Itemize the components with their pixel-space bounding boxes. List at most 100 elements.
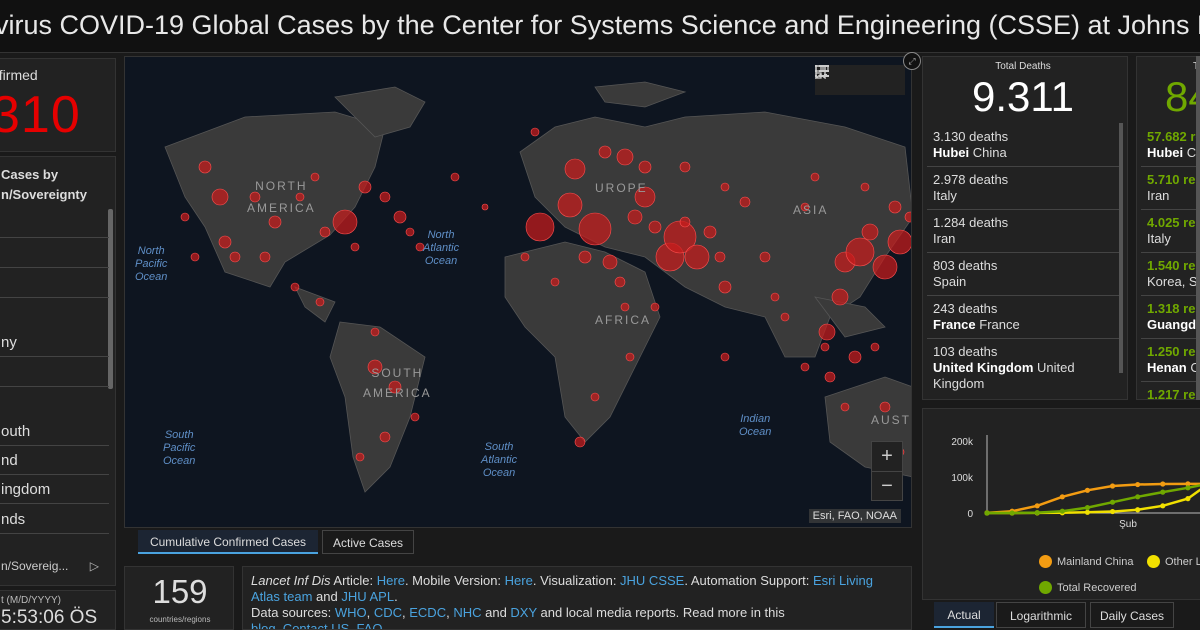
info-journal: Lancet Inf Dis — [251, 573, 331, 588]
article-link[interactable]: Here — [377, 573, 405, 588]
case-bubble — [679, 216, 691, 228]
total-recovered-value: 84 — [1165, 73, 1200, 120]
blog-link[interactable]: blog. Contact US. FAQ. — [251, 621, 386, 629]
region-name: Henan — [1147, 360, 1187, 375]
country-list-tab[interactable]: n/Sovereig... ▷ — [0, 552, 109, 580]
list-item[interactable] — [0, 239, 109, 268]
series-line — [986, 488, 1200, 515]
total-confirmed-panel: nfirmed 310 — [0, 58, 116, 152]
list-item[interactable]: 1.540 re Korea, S — [1141, 252, 1200, 296]
tab-cumulative-confirmed[interactable]: Cumulative Confirmed Cases — [138, 530, 318, 554]
case-bubble — [684, 244, 710, 270]
list-item[interactable] — [0, 358, 109, 387]
zoom-out-button[interactable]: − — [872, 472, 902, 501]
case-bubble — [840, 402, 850, 412]
ecdc-link[interactable]: ECDC — [409, 605, 446, 620]
case-bubble — [780, 312, 790, 322]
list-item[interactable]: 1.284 deaths Iran — [927, 209, 1119, 253]
total-deaths-label: Total Deaths — [995, 61, 1051, 72]
country-name: Korea, S — [1147, 274, 1198, 289]
cdc-link[interactable]: CDC — [374, 605, 402, 620]
country-name: France — [975, 317, 1020, 332]
case-bubble — [218, 235, 232, 249]
tab-actual[interactable]: Actual — [934, 602, 994, 628]
case-bubble — [450, 172, 460, 182]
info-text-segment: . Automation Support: — [684, 573, 813, 588]
list-item[interactable]: 1.250 re Henan C — [1141, 338, 1200, 382]
region-name: France — [933, 317, 976, 332]
ocean-label-south-pacific: South Pacific Ocean — [163, 429, 196, 467]
case-bubble — [574, 436, 586, 448]
list-item[interactable]: ny — [0, 328, 109, 357]
case-bubble — [820, 342, 830, 352]
case-bubble — [703, 225, 717, 239]
list-item[interactable]: 1.217 re — [1141, 381, 1200, 399]
data-point — [1059, 508, 1065, 514]
ocean-label-north-pacific: North Pacific Ocean — [135, 245, 168, 283]
world-map[interactable]: NORTH AMERICA UROPE ASIA AFRICA SOUTH AM… — [124, 56, 912, 528]
case-bubble — [872, 254, 898, 280]
recovered-count: 1.318 re — [1147, 301, 1196, 316]
legend-item[interactable]: Mainland China — [1039, 555, 1133, 568]
list-item[interactable]: 5.710 re Iran — [1141, 166, 1200, 210]
list-item[interactable] — [0, 269, 109, 298]
info-text-segment: Article: — [330, 573, 377, 588]
total-recovered-panel: T 84 57.682 re Hubei Ch 5.710 re Iran 4.… — [1136, 56, 1200, 400]
list-item[interactable]: 803 deaths Spain — [927, 252, 1119, 296]
country-list-title-line1: Cases by — [1, 167, 59, 182]
data-point — [984, 510, 990, 516]
landmass — [594, 81, 687, 108]
country-name: Italy — [1147, 231, 1171, 246]
mobile-link[interactable]: Here — [505, 573, 533, 588]
map-label-africa: AFRICA — [595, 313, 652, 327]
countries-count-label: countries/regions — [149, 615, 211, 624]
list-item[interactable]: nds — [0, 505, 109, 534]
country-name: China — [969, 145, 1007, 160]
case-bubble — [638, 160, 652, 174]
scrollbar[interactable] — [1196, 56, 1200, 400]
tab-logarithmic[interactable]: Logarithmic — [996, 602, 1086, 628]
list-item[interactable]: 3.130 deaths Hubei China — [927, 123, 1119, 167]
legend-item[interactable]: Other L — [1147, 555, 1200, 568]
expand-icon[interactable]: ⤢ — [903, 52, 921, 70]
data-point — [1185, 496, 1191, 502]
case-bubble — [614, 276, 626, 288]
nhc-link[interactable]: NHC — [453, 605, 481, 620]
map-label-south-america: SOUTH AMERICA — [363, 366, 432, 400]
list-item[interactable]: nd — [0, 446, 109, 475]
data-point — [1009, 510, 1015, 516]
legend-item[interactable]: Total Recovered — [1039, 581, 1137, 594]
death-count: 3.130 deaths — [933, 129, 1009, 144]
info-text-segment: and — [312, 589, 342, 604]
total-deaths-panel: Total Deaths 9.311 3.130 deaths Hubei Ch… — [922, 56, 1128, 400]
zoom-in-button[interactable]: + — [872, 442, 902, 472]
tab-daily-cases[interactable]: Daily Cases — [1090, 602, 1174, 628]
list-item[interactable]: 4.025 re Italy — [1141, 209, 1200, 253]
scrollbar[interactable] — [1119, 123, 1123, 373]
header-bar: avirus COVID-19 Global Cases by the Cent… — [0, 0, 1200, 53]
cases-chart-panel: 200k 100k 0 Şub Mainland China Other L Tota… — [922, 408, 1200, 600]
case-bubble — [720, 182, 730, 192]
who-link[interactable]: WHO — [335, 605, 367, 620]
data-point — [1084, 505, 1091, 511]
dxy-link[interactable]: DXY — [510, 605, 537, 620]
list-item[interactable] — [0, 209, 109, 238]
next-arrow-icon[interactable]: ▷ — [90, 552, 99, 580]
list-item[interactable]: outh — [0, 417, 109, 446]
list-item[interactable]: 243 deaths France France — [927, 295, 1119, 339]
jhu-apl-link[interactable]: JHU APL — [341, 589, 394, 604]
list-item[interactable]: ingdom — [0, 475, 109, 504]
case-bubble — [229, 251, 241, 263]
death-count: 803 deaths — [933, 258, 998, 273]
tab-active-cases[interactable]: Active Cases — [322, 530, 414, 554]
case-bubble — [530, 127, 540, 137]
jhu-csse-link[interactable]: JHU CSSE — [620, 573, 684, 588]
map-canvas[interactable] — [125, 57, 912, 528]
country-name: Iran — [933, 231, 956, 246]
list-item[interactable]: 103 deaths United Kingdom United Kingdom — [927, 338, 1119, 397]
list-item[interactable]: 1.318 re Guangdo — [1141, 295, 1200, 339]
list-item[interactable]: 57.682 re Hubei Ch — [1141, 123, 1200, 167]
case-bubble — [759, 251, 771, 263]
case-bubble — [180, 212, 190, 222]
list-item[interactable]: 2.978 deaths Italy — [927, 166, 1119, 210]
